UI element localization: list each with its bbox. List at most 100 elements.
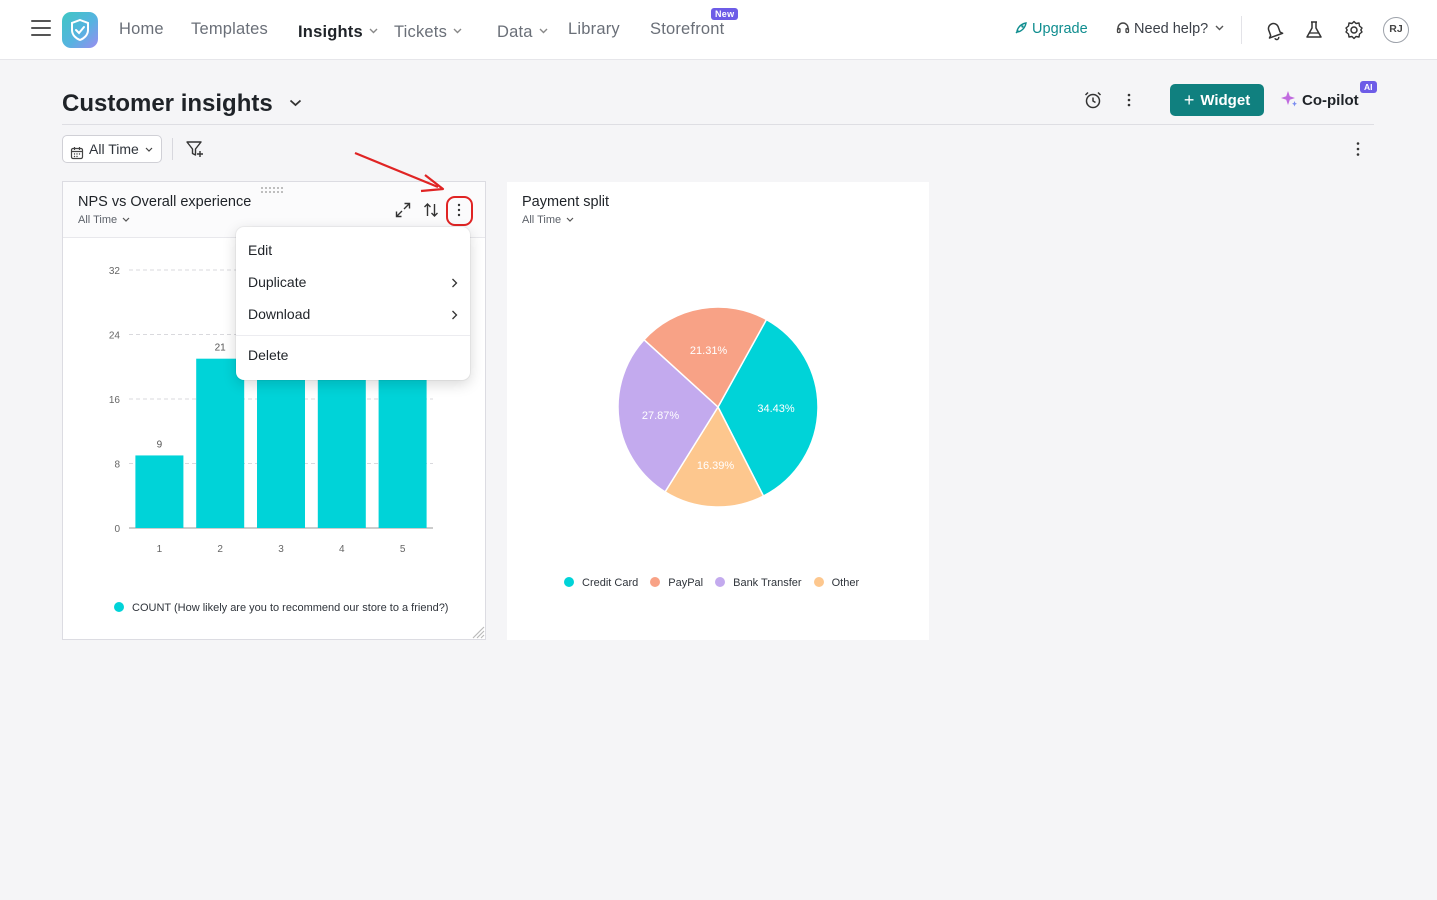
top-navigation-bar: Home Templates Insights Tickets Data Lib… bbox=[0, 0, 1437, 60]
legend-label: PayPal bbox=[668, 577, 704, 589]
chevron-right-icon bbox=[451, 298, 458, 330]
menu-item-label: Delete bbox=[248, 347, 289, 363]
new-badge: New bbox=[711, 8, 739, 20]
calendar-icon bbox=[70, 142, 84, 168]
time-filter-label: All Time bbox=[89, 141, 139, 157]
header-divider bbox=[62, 124, 1374, 125]
y-tick-label: 32 bbox=[109, 266, 121, 277]
menu-item-edit[interactable]: Edit bbox=[236, 234, 470, 266]
copilot-label: Co-pilot bbox=[1302, 92, 1359, 109]
pie-slice-label: 34.43% bbox=[757, 403, 795, 415]
page-title-dropdown[interactable]: Customer insights bbox=[62, 86, 302, 118]
legend-label: Credit Card bbox=[582, 577, 639, 589]
legend-marker bbox=[715, 577, 726, 587]
legend-item[interactable]: Bank Transfer bbox=[715, 577, 802, 589]
nav-insights[interactable]: Insights bbox=[298, 20, 378, 42]
bar bbox=[378, 378, 427, 528]
legend-marker bbox=[813, 577, 824, 587]
upgrade-label: Upgrade bbox=[1032, 21, 1088, 37]
nav-home[interactable]: Home bbox=[119, 20, 164, 39]
nav-divider bbox=[1241, 16, 1242, 44]
add-widget-label: Widget bbox=[1200, 92, 1251, 109]
hamburger-menu-icon[interactable] bbox=[31, 20, 51, 38]
legend-marker bbox=[564, 577, 574, 587]
nav-data-label: Data bbox=[497, 23, 533, 41]
copilot-button[interactable]: Co-pilot bbox=[1280, 90, 1359, 109]
y-tick-label: 0 bbox=[114, 524, 120, 535]
nav-home-label: Home bbox=[119, 20, 164, 38]
widget-payment-split-card: Payment split All Time 34.43% 16.39% 27.87… bbox=[507, 182, 929, 640]
add-filter-icon[interactable] bbox=[185, 139, 205, 164]
nav-tickets[interactable]: Tickets bbox=[394, 20, 462, 42]
pie-chart-legend: Credit Card PayPal Bank Transfer Other bbox=[564, 577, 871, 589]
bar bbox=[196, 358, 245, 528]
menu-item-label: Edit bbox=[248, 242, 273, 258]
pie-slice-label: 21.31% bbox=[690, 345, 728, 357]
y-tick-label: 8 bbox=[114, 460, 120, 471]
nav-tickets-label: Tickets bbox=[394, 23, 448, 41]
nav-storefront-label: Storefront bbox=[650, 20, 725, 38]
nav-insights-label: Insights bbox=[298, 23, 363, 41]
legend-label: Other bbox=[831, 577, 860, 589]
chevron-down-icon bbox=[1212, 21, 1224, 37]
nav-storefront[interactable]: Storefront bbox=[650, 20, 724, 39]
alarm-clock-icon[interactable] bbox=[1083, 90, 1103, 110]
need-help-label: Need help? bbox=[1134, 21, 1209, 37]
more-vertical-icon[interactable] bbox=[1119, 90, 1139, 110]
nav-library-label: Library bbox=[568, 20, 620, 38]
y-tick-label: 16 bbox=[109, 395, 121, 406]
nav-data[interactable]: Data bbox=[497, 20, 548, 42]
chevron-down-icon bbox=[453, 20, 462, 39]
legend-label: COUNT (How likely are you to recommend o… bbox=[132, 602, 449, 614]
time-filter-dropdown[interactable]: All Time bbox=[62, 135, 162, 163]
menu-item-label: Duplicate bbox=[248, 274, 307, 290]
x-tick-label: 3 bbox=[278, 544, 284, 555]
ai-badge: AI bbox=[1360, 81, 1377, 93]
nav-library[interactable]: Library bbox=[568, 20, 620, 39]
pie-slice-label: 16.39% bbox=[697, 460, 735, 472]
upgrade-link[interactable]: Upgrade bbox=[1014, 21, 1088, 37]
menu-item-label: Download bbox=[248, 306, 311, 322]
rocket-icon bbox=[1014, 21, 1028, 37]
bar bbox=[135, 455, 184, 528]
user-avatar[interactable]: RJ bbox=[1383, 17, 1409, 43]
add-widget-button[interactable]: + Widget bbox=[1170, 84, 1264, 116]
flask-icon[interactable] bbox=[1303, 19, 1325, 41]
x-tick-label: 5 bbox=[400, 544, 406, 555]
chevron-right-icon bbox=[451, 266, 458, 298]
menu-item-download[interactable]: Download bbox=[236, 298, 470, 330]
pie-chart: 34.43% 16.39% 27.87% 21.31% bbox=[617, 306, 819, 508]
app-logo[interactable] bbox=[62, 12, 98, 48]
menu-item-delete[interactable]: Delete bbox=[236, 339, 470, 371]
legend-label: Bank Transfer bbox=[733, 577, 802, 589]
bar bbox=[257, 378, 305, 528]
y-tick-label: 24 bbox=[109, 331, 121, 342]
chevron-down-icon bbox=[369, 20, 378, 39]
bell-icon[interactable] bbox=[1263, 19, 1285, 41]
menu-divider bbox=[236, 335, 470, 336]
need-help-menu[interactable]: Need help? bbox=[1116, 21, 1224, 37]
resize-handle-icon[interactable] bbox=[467, 621, 485, 639]
plus-icon: + bbox=[1183, 90, 1195, 110]
menu-item-duplicate[interactable]: Duplicate bbox=[236, 266, 470, 298]
pie-slice-label: 27.87% bbox=[642, 410, 680, 422]
filter-divider bbox=[172, 138, 173, 160]
bar-value-label: 9 bbox=[157, 439, 163, 450]
board-more-icon[interactable] bbox=[1350, 140, 1366, 163]
x-tick-label: 1 bbox=[157, 544, 163, 555]
x-tick-label: 4 bbox=[339, 544, 345, 555]
legend-item[interactable]: PayPal bbox=[650, 577, 703, 589]
bar-chart-legend[interactable]: COUNT (How likely are you to recommend o… bbox=[114, 602, 448, 614]
legend-marker bbox=[650, 577, 661, 587]
sparkle-icon bbox=[1280, 91, 1302, 109]
bar-value-label: 21 bbox=[215, 343, 227, 354]
legend-marker bbox=[114, 602, 124, 612]
x-tick-label: 2 bbox=[217, 544, 223, 555]
legend-item[interactable]: Credit Card bbox=[564, 577, 638, 589]
widget-context-menu: Edit Duplicate Download Delete bbox=[236, 227, 470, 380]
chevron-down-icon bbox=[539, 20, 548, 39]
legend-item[interactable]: Other bbox=[813, 577, 860, 589]
gear-icon[interactable] bbox=[1343, 19, 1365, 41]
nav-templates[interactable]: Templates bbox=[191, 20, 268, 39]
headset-icon bbox=[1116, 21, 1130, 37]
